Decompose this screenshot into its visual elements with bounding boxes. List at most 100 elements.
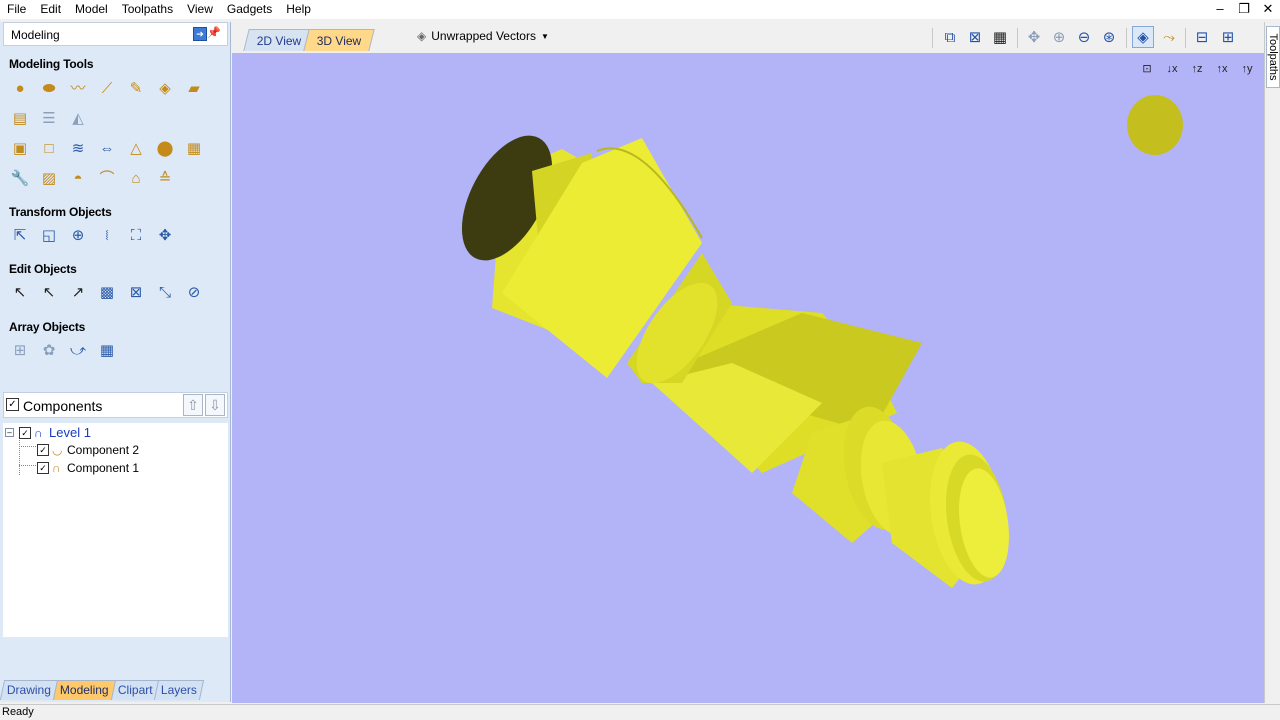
dome-icon[interactable]: ◓ xyxy=(67,168,89,190)
component-2-checkbox[interactable]: ✓ xyxy=(37,444,49,456)
grid-icon[interactable]: ▦ xyxy=(989,26,1011,48)
panel-header: Modeling ➔ 📌 xyxy=(3,22,228,46)
component-2-label: Component 2 xyxy=(67,443,140,457)
bell-icon[interactable]: ⌂ xyxy=(125,168,147,190)
zoom-box-icon[interactable]: ⊠ xyxy=(964,26,986,48)
material-icon[interactable]: ⤳ xyxy=(1158,26,1180,48)
tab-3d-view[interactable]: 3D View xyxy=(303,29,376,51)
level-icon: ∩ xyxy=(34,425,43,440)
3d-viewport[interactable]: ⊡ ↓x ↑z ↑x ↑y xyxy=(232,53,1264,703)
set-size-icon[interactable]: ◱ xyxy=(38,225,60,247)
arch-icon[interactable]: ⌒ xyxy=(96,168,118,190)
zoom-out-icon[interactable]: ⊖ xyxy=(1073,26,1095,48)
status-bar: Ready xyxy=(0,704,1280,720)
menu-help[interactable]: Help xyxy=(279,0,318,19)
select-icon[interactable]: ↖ xyxy=(9,282,31,304)
hatch-icon[interactable]: ▨ xyxy=(38,168,60,190)
mirror-icon[interactable]: ⧙ xyxy=(96,225,118,247)
menu-model[interactable]: Model xyxy=(68,0,115,19)
split-view-icon[interactable]: ⊟ xyxy=(1191,26,1213,48)
collapse-icon[interactable]: – xyxy=(5,428,14,437)
interactive-edit-icon[interactable]: ↗ xyxy=(67,282,89,304)
tab-drawing[interactable]: Drawing xyxy=(0,680,59,700)
pin-icon[interactable]: 📌 xyxy=(207,26,221,39)
smooth-icon[interactable]: ≋ xyxy=(67,138,89,160)
frame-icon[interactable]: ▦ xyxy=(183,138,205,160)
node-edit-icon[interactable]: ↖ xyxy=(38,282,60,304)
pan-icon[interactable]: ✥ xyxy=(1023,26,1045,48)
cone-icon[interactable]: △ xyxy=(125,138,147,160)
restore-button[interactable]: ❐ xyxy=(1238,0,1250,18)
panel-tabs: Drawing Modeling Clipart Layers xyxy=(0,678,230,700)
tab-layers[interactable]: Layers xyxy=(154,680,205,700)
zoom-in-icon[interactable]: ⊕ xyxy=(1048,26,1070,48)
scale-model-icon[interactable]: ▣ xyxy=(9,138,31,160)
blob-icon[interactable]: ⬤ xyxy=(154,138,176,160)
wrench-icon[interactable]: 🔧 xyxy=(9,168,31,190)
block-copy-icon[interactable]: ⊞ xyxy=(9,340,31,362)
group-icon[interactable]: ▩ xyxy=(96,282,118,304)
dropdown-arrow-icon: ▼ xyxy=(540,31,549,41)
components-checkbox[interactable]: ✓ xyxy=(6,398,19,411)
sculpt-icon[interactable]: ✎ xyxy=(125,78,147,100)
flat-plane-icon[interactable]: ▰ xyxy=(183,78,205,100)
zoom-selection-icon[interactable]: ⊛ xyxy=(1098,26,1120,48)
move-down-button[interactable]: ⇩ xyxy=(205,394,225,416)
minimize-button[interactable]: – xyxy=(1214,0,1226,18)
move-objects-icon[interactable]: ⇱ xyxy=(9,225,31,247)
center-icon[interactable]: ✥ xyxy=(154,225,176,247)
tree-component-2[interactable]: ✓ ◡ Component 2 xyxy=(37,443,139,457)
ungroup-icon[interactable]: ⊠ xyxy=(125,282,147,304)
zoom-to-fit-icon[interactable]: ⧉ xyxy=(939,26,961,48)
weave-icon[interactable]: ⟋ xyxy=(96,78,118,100)
level-1-label: Level 1 xyxy=(49,425,91,440)
component-1-checkbox[interactable]: ✓ xyxy=(37,462,49,474)
copy-along-vector-icon[interactable]: ⤻ xyxy=(67,340,89,362)
component-1-label: Component 1 xyxy=(67,461,140,475)
tab-drawing-label: Drawing xyxy=(6,683,51,697)
close-button[interactable]: ✕ xyxy=(1262,0,1274,18)
vector-display-dropdown[interactable]: ◈ Unwrapped Vectors ▼ xyxy=(417,29,549,43)
modeling-tools-row-4: 🔧 ▨ ◓ ⌒ ⌂ ≙ xyxy=(9,168,176,190)
tab-modeling-label: Modeling xyxy=(59,683,109,697)
component-stack-icon[interactable]: ☰ xyxy=(38,108,60,130)
tab-toolpaths[interactable]: Toolpaths xyxy=(1266,26,1280,88)
tab-2d-view-label: 2D View xyxy=(256,34,302,48)
delete-icon[interactable]: ⊘ xyxy=(183,282,205,304)
tree-component-1[interactable]: ✓ ∩ Component 1 xyxy=(37,461,139,475)
component-arch-icon: ∩ xyxy=(52,461,61,475)
modeling-tools-row-2: ▤ ☰ ◭ xyxy=(9,108,89,130)
edit-objects-heading: Edit Objects xyxy=(9,262,77,276)
turned-model xyxy=(461,135,1009,588)
panel-dock-icon[interactable]: ➔ xyxy=(193,27,207,41)
texture-icon[interactable]: ◈ xyxy=(154,78,176,100)
stacked-icon[interactable]: ≙ xyxy=(154,168,176,190)
mesh-icon[interactable]: ◭ xyxy=(67,108,89,130)
extrude-icon[interactable]: ⬬ xyxy=(38,78,60,100)
layout-icon[interactable]: ⊞ xyxy=(1217,26,1239,48)
menu-view[interactable]: View xyxy=(180,0,220,19)
circular-copy-icon[interactable]: ✿ xyxy=(38,340,60,362)
move-up-button[interactable]: ⇧ xyxy=(183,394,203,416)
level-1-checkbox[interactable]: ✓ xyxy=(19,426,31,439)
tab-modeling[interactable]: Modeling xyxy=(52,680,116,700)
menu-file[interactable]: File xyxy=(0,0,33,19)
tab-clipart-label: Clipart xyxy=(117,683,153,697)
tree-level-1[interactable]: – ✓ ∩ Level 1 xyxy=(5,425,91,440)
shaded-view-icon[interactable]: ◈ xyxy=(1132,26,1154,48)
component-bowl-icon: ◡ xyxy=(52,443,63,457)
model-boundary-icon[interactable]: □ xyxy=(38,138,60,160)
menu-toolpaths[interactable]: Toolpaths xyxy=(115,0,180,19)
menu-gadgets[interactable]: Gadgets xyxy=(220,0,279,19)
measure-icon[interactable]: ⤡ xyxy=(154,282,176,304)
menu-edit[interactable]: Edit xyxy=(33,0,68,19)
create-shape-icon[interactable]: ● xyxy=(9,78,31,100)
two-rail-sweep-icon[interactable]: 〰 xyxy=(67,78,89,100)
open-component-icon[interactable]: ▤ xyxy=(9,108,31,130)
move-icon[interactable]: ⇔ xyxy=(96,138,118,160)
transform-icon[interactable]: ⛶ xyxy=(125,225,147,247)
fill-copy-icon[interactable]: ▦ xyxy=(96,340,118,362)
tab-clipart[interactable]: Clipart xyxy=(110,680,160,700)
align-icon[interactable]: ⊕ xyxy=(67,225,89,247)
components-header: ✓ Components ⇧ ⇩ xyxy=(3,392,228,418)
